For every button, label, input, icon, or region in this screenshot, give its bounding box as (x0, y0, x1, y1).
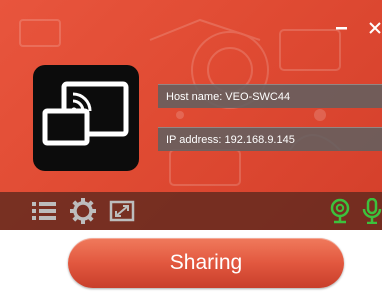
microphone-button[interactable] (362, 197, 382, 225)
minimize-button[interactable] (336, 16, 348, 40)
screen-expand-icon (109, 200, 135, 222)
app-logo (33, 65, 139, 171)
app-window: Host name: VEO-SWC44 IP address: 192.168… (0, 0, 382, 295)
list-icon (32, 202, 56, 220)
camera-button[interactable] (327, 198, 353, 224)
ip-address-label: IP address: 192.168.9.145 (166, 134, 295, 146)
webcam-icon (330, 198, 350, 224)
header-panel: Host name: VEO-SWC44 IP address: 192.168… (0, 0, 382, 230)
close-icon (369, 22, 381, 34)
toolbar (0, 192, 382, 230)
sharing-button[interactable]: Sharing (68, 238, 344, 288)
ip-address-field: IP address: 192.168.9.145 (158, 127, 382, 151)
fullscreen-button[interactable] (109, 198, 135, 224)
list-button[interactable] (31, 198, 57, 224)
minimize-icon (336, 27, 347, 30)
gear-icon (70, 198, 96, 224)
screen-cast-icon (42, 81, 129, 146)
microphone-icon (362, 197, 382, 225)
host-name-label: Host name: VEO-SWC44 (166, 91, 291, 103)
close-button[interactable] (369, 17, 382, 41)
sharing-button-label: Sharing (169, 251, 243, 274)
settings-button[interactable] (70, 198, 96, 224)
host-name-field: Host name: VEO-SWC44 (158, 84, 382, 108)
